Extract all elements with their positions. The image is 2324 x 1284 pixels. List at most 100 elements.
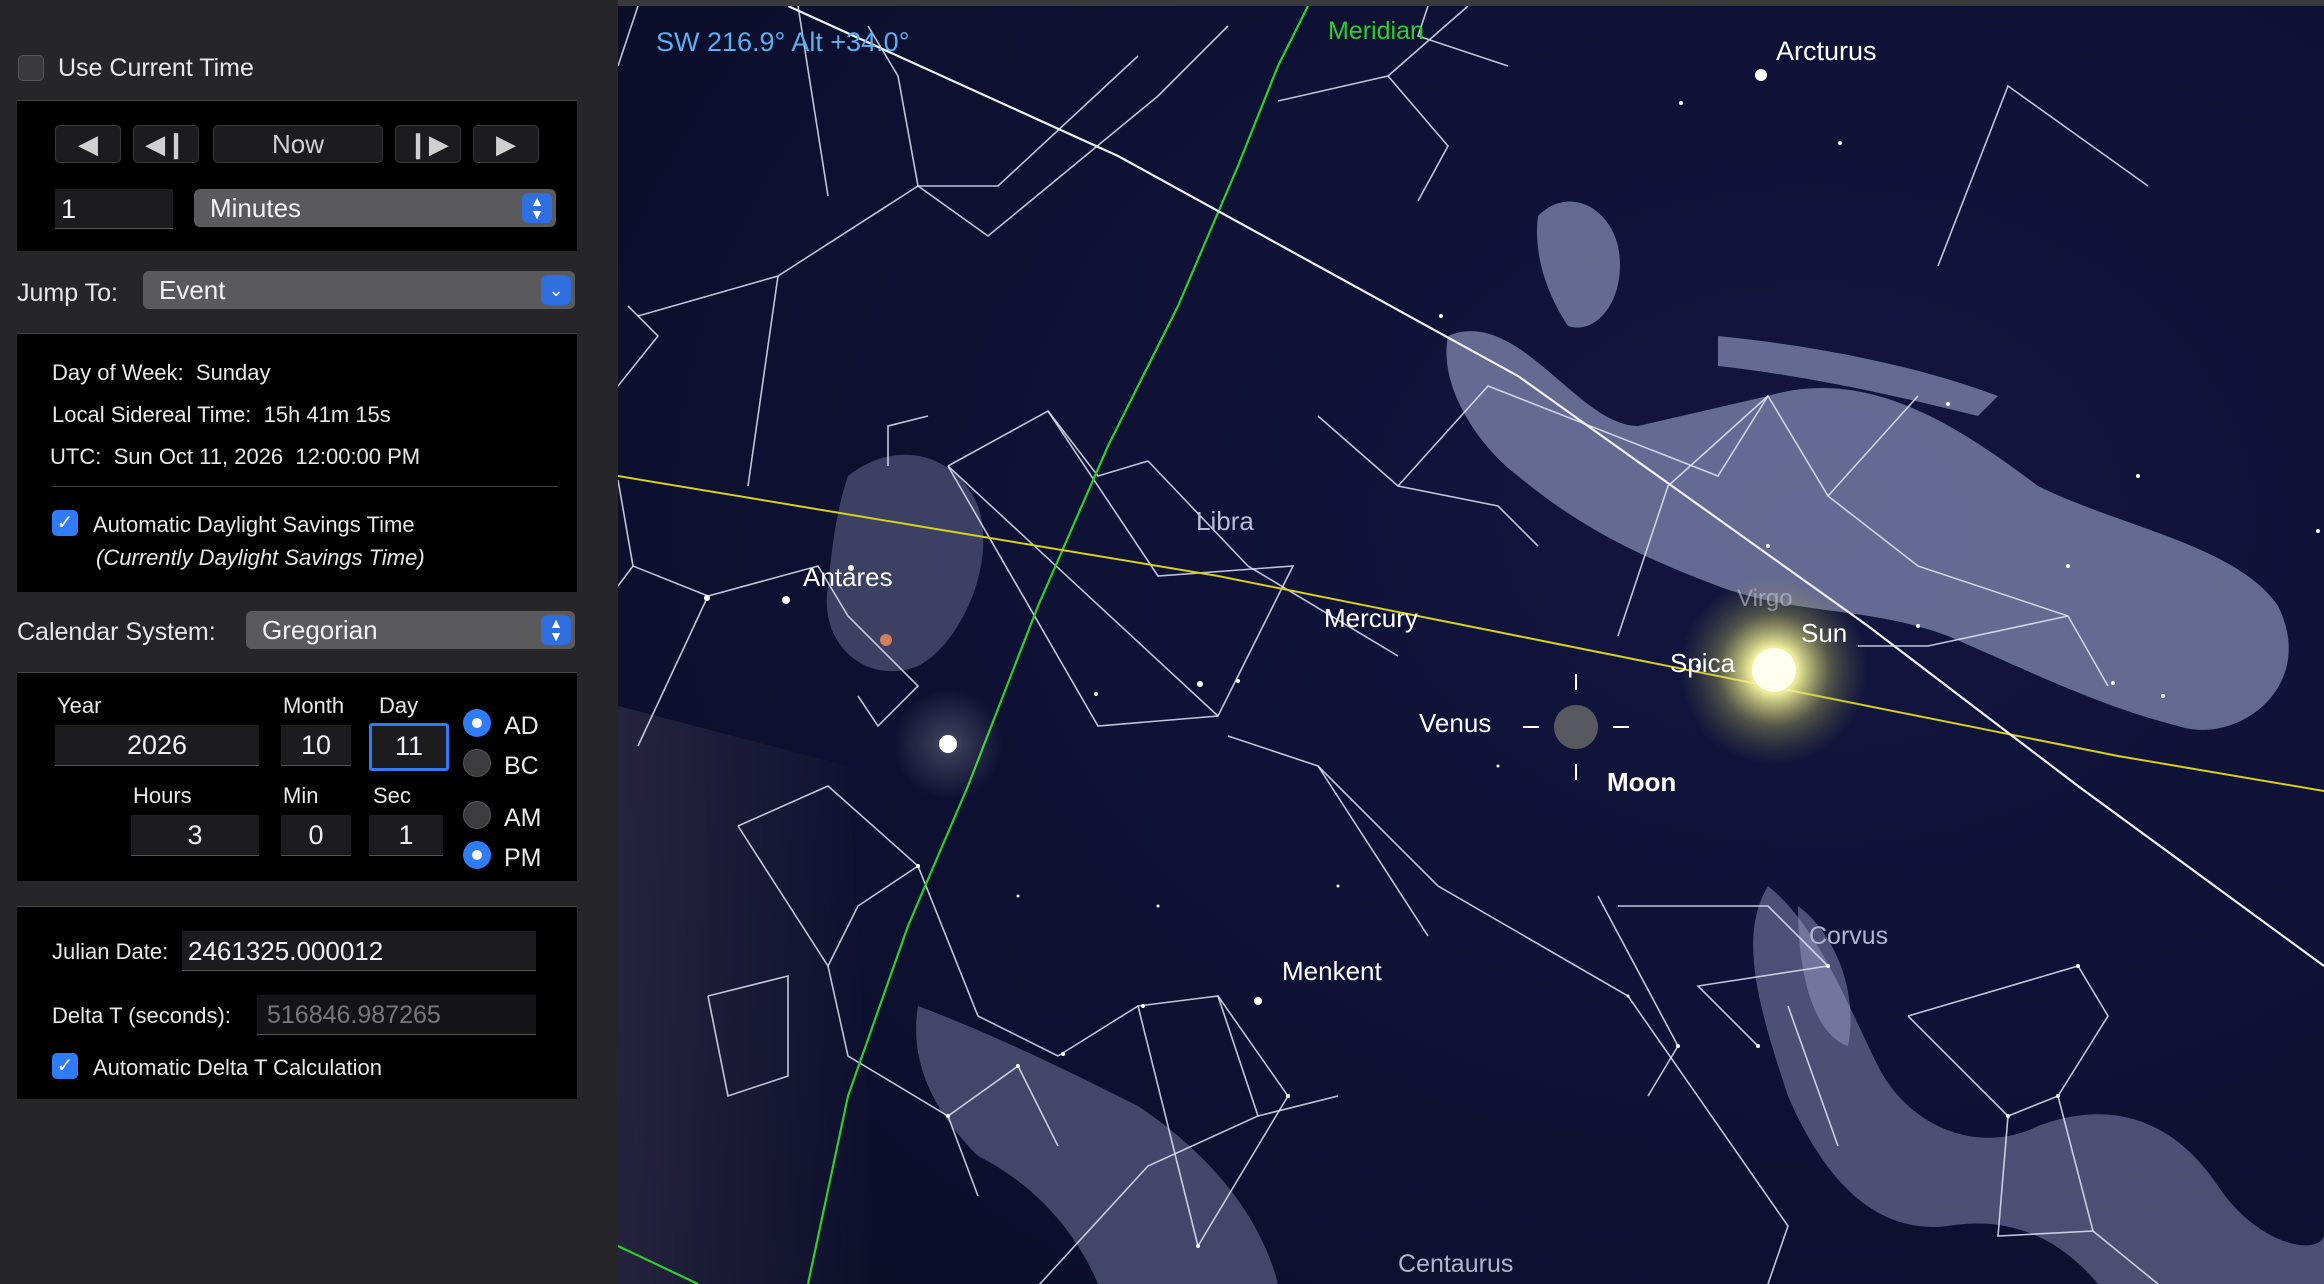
now-button[interactable]: Now (213, 125, 383, 163)
star (782, 596, 790, 604)
julian-date-input[interactable]: 2461325.000012 (182, 931, 536, 971)
milky-way (618, 706, 878, 1284)
menkent-label: Menkent (1282, 956, 1382, 986)
am-radio[interactable] (463, 801, 491, 829)
star (2076, 964, 2080, 968)
utc-label: UTC: (50, 444, 102, 469)
star (1766, 544, 1770, 548)
am-label: AM (504, 804, 542, 832)
star (1141, 1004, 1145, 1008)
step-value-input[interactable]: 1 (55, 189, 173, 229)
pm-label: PM (504, 844, 542, 872)
dst-checkbox[interactable]: ✓ (52, 510, 78, 536)
star (2136, 474, 2140, 478)
star (1286, 1094, 1290, 1098)
star (1197, 681, 1203, 687)
sidereal-label: Local Sidereal Time: (52, 402, 252, 427)
star (1156, 904, 1160, 908)
year-input[interactable]: 2026 (55, 725, 259, 766)
bc-radio[interactable] (463, 749, 491, 777)
star (1439, 314, 1443, 318)
pm-radio[interactable] (463, 841, 491, 869)
star (2111, 681, 2115, 685)
star (1679, 101, 1683, 105)
centaurus-label: Centaurus (1398, 1250, 1513, 1278)
step-unit-select[interactable]: Minutes ▲ ▼ (194, 189, 556, 227)
chevron-updown-icon: ▲ ▼ (522, 193, 552, 223)
mercury-planet[interactable] (880, 634, 892, 646)
dst-label: Automatic Daylight Savings Time (93, 512, 415, 537)
julian-panel: Julian Date: 2461325.000012 Delta T (sec… (17, 906, 577, 1099)
min-input[interactable]: 0 (281, 815, 351, 856)
calendar-system-label: Calendar System: (17, 618, 216, 646)
julian-date-label: Julian Date: (52, 939, 169, 964)
use-current-time-label: Use Current Time (58, 54, 254, 82)
jump-to-label: Jump To: (17, 279, 118, 307)
star (946, 1114, 950, 1118)
star (2066, 564, 2070, 568)
sec-input[interactable]: 1 (369, 815, 443, 856)
divider (52, 486, 558, 487)
delta-t-label: Delta T (seconds): (52, 1003, 231, 1028)
star (1626, 994, 1630, 998)
chevron-updown-icon: ▲ ▼ (541, 615, 571, 645)
star (1094, 692, 1098, 696)
use-current-time-checkbox[interactable] (18, 55, 44, 81)
spica-label: Spica (1670, 648, 1736, 678)
utc-value: Sun Oct 11, 2026 12:00:00 PM (113, 444, 421, 469)
star (2006, 1114, 2010, 1118)
mercury-label: Mercury (1324, 603, 1418, 633)
checkmark-icon: ✓ (56, 512, 74, 534)
bc-label: BC (504, 752, 539, 780)
step-forward-icon: ❙▶ (407, 128, 449, 159)
star (704, 595, 710, 601)
step-back-button[interactable]: ◀ (55, 125, 121, 163)
frame-forward-button[interactable]: ❙▶ (395, 125, 461, 163)
hours-label: Hours (133, 783, 192, 808)
star (1254, 997, 1262, 1005)
star (2056, 1094, 2060, 1098)
star (2161, 694, 2165, 698)
auto-delta-t-checkbox[interactable]: ✓ (52, 1053, 78, 1079)
meridian-label: Meridian (1328, 17, 1424, 45)
moon-label: Moon (1607, 767, 1676, 797)
star (1496, 764, 1500, 768)
ad-label: AD (504, 712, 539, 740)
sec-label: Sec (373, 783, 411, 808)
min-label: Min (283, 783, 319, 808)
triangle-right-icon: ▶ (496, 128, 516, 159)
hours-input[interactable]: 3 (131, 815, 259, 856)
star (1756, 1044, 1760, 1048)
month-input[interactable]: 10 (281, 725, 351, 766)
star (1016, 894, 1020, 898)
day-input[interactable]: 11 (369, 723, 449, 771)
day-label: Day (379, 693, 419, 718)
dst-note: (Currently Daylight Savings Time) (96, 545, 425, 570)
step-back-icon: ◀❙ (145, 128, 187, 159)
checkmark-icon: ✓ (56, 1055, 74, 1077)
sky-view[interactable]: SW 216.9° Alt +34.0° Meridian Arcturus L… (618, 6, 2324, 1284)
calendar-system-select[interactable]: Gregorian ▲ ▼ (246, 611, 575, 649)
ad-radio[interactable] (463, 709, 491, 737)
star (1755, 69, 1767, 81)
sky-chart[interactable]: SW 216.9° Alt +34.0° Meridian Arcturus L… (618, 6, 2324, 1284)
day-of-week-label: Day of Week: (52, 360, 184, 385)
sun-body[interactable] (1752, 648, 1796, 692)
month-label: Month (283, 693, 345, 718)
star (1336, 884, 1340, 888)
delta-t-input[interactable]: 516846.987265 (257, 995, 536, 1035)
frame-back-button[interactable]: ◀❙ (133, 125, 199, 163)
moon-body[interactable] (1554, 705, 1598, 749)
step-forward-button[interactable]: ▶ (473, 125, 539, 163)
arcturus-label: Arcturus (1776, 36, 1877, 66)
day-of-week-value: Sunday (195, 360, 271, 385)
antares-label: Antares (803, 562, 893, 592)
star (1838, 141, 1842, 145)
venus-planet[interactable] (939, 735, 957, 753)
jump-to-select[interactable]: Event ⌄ (143, 271, 575, 309)
virgo-label: Virgo (1737, 585, 1793, 612)
date-panel: Year Month Day 2026 10 11 AD BC Hours Mi… (17, 672, 577, 881)
sidereal-value: 15h 41m 15s (263, 402, 391, 427)
libra-label: Libra (1196, 506, 1254, 536)
sun-label: Sun (1801, 618, 1847, 648)
